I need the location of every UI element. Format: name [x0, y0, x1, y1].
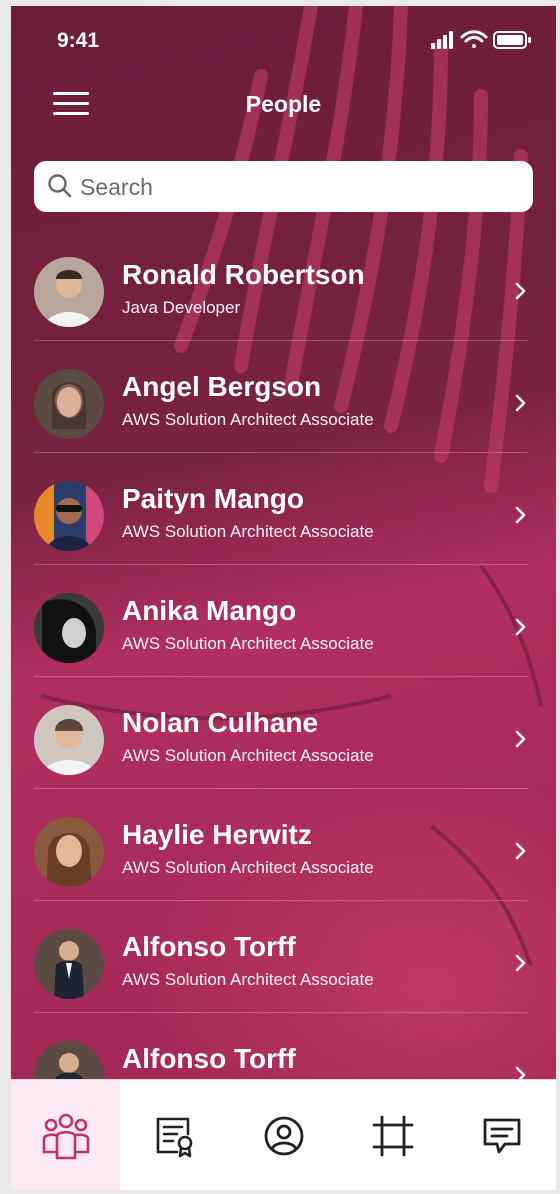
page-title: People [245, 91, 322, 117]
tab-certificates[interactable] [120, 1080, 229, 1190]
certificate-document-icon [156, 1117, 192, 1157]
people-group-icon [42, 1113, 89, 1159]
search-input[interactable] [78, 169, 522, 205]
chevron-right-icon [515, 730, 526, 748]
person-row[interactable]: Nolan Culhane AWS Solution Architect Ass… [34, 677, 528, 789]
cellular-signal-icon [431, 31, 453, 49]
person-role: AWS Solution Architect Associate [122, 634, 374, 653]
person-role: AWS Solution Architect Associate [122, 410, 374, 429]
system-icons [431, 30, 536, 50]
person-name: Angel Bergson [122, 371, 322, 402]
person-name: Alfonso Torff [122, 931, 296, 962]
avatar [34, 929, 104, 999]
battery-icon [493, 31, 531, 49]
search-icon [48, 174, 72, 198]
search-bar[interactable] [34, 161, 533, 212]
person-row[interactable]: Angel Bergson AWS Solution Architect Ass… [34, 341, 528, 453]
person-row[interactable]: Ronald Robertson Java Developer [34, 229, 528, 341]
bottom-tab-bar [11, 1079, 556, 1190]
person-row[interactable]: Anika Mango AWS Solution Architect Assoc… [34, 565, 528, 677]
person-role: AWS Solution Architect Associate [122, 522, 374, 541]
person-role: Java Developer [122, 298, 241, 317]
tab-frame[interactable] [338, 1080, 447, 1190]
person-name: Ronald Robertson [122, 259, 365, 290]
tab-messages[interactable] [447, 1080, 556, 1190]
phone-screen: 9:41 People Search Ronald Robertson Java… [11, 6, 556, 1190]
person-role: AWS Solution Architect Associate [122, 746, 374, 765]
chevron-right-icon [515, 842, 526, 860]
chevron-right-icon [515, 506, 526, 524]
tab-profile[interactable] [229, 1080, 338, 1190]
tab-people[interactable] [11, 1080, 120, 1190]
avatar [34, 817, 104, 887]
person-row[interactable]: Paityn Mango AWS Solution Architect Asso… [34, 453, 528, 565]
frame-crop-icon [372, 1115, 413, 1156]
person-row[interactable]: Haylie Herwitz AWS Solution Architect As… [34, 789, 528, 901]
person-role: AWS Solution Architect Associate [122, 858, 374, 877]
avatar [34, 257, 104, 327]
person-name: Haylie Herwitz [122, 819, 312, 850]
avatar [34, 705, 104, 775]
chevron-right-icon [515, 618, 526, 636]
person-name: Paityn Mango [122, 483, 305, 514]
chevron-right-icon [515, 282, 526, 300]
chevron-right-icon [515, 954, 526, 972]
avatar [34, 369, 104, 439]
status-bar: 9:41 [11, 6, 556, 76]
person-name: Nolan Culhane [122, 707, 319, 738]
profile-circle-icon [264, 1116, 303, 1155]
avatar [34, 593, 104, 663]
person-role: AWS Solution Architect Associate [122, 970, 374, 989]
wifi-icon [460, 30, 488, 48]
chevron-right-icon [515, 394, 526, 412]
avatar [34, 481, 104, 551]
status-time: 9:41 [57, 29, 100, 52]
app-header: People [11, 76, 556, 136]
person-name: Alfonso Torff [122, 1043, 296, 1074]
person-name: Anika Mango [122, 595, 297, 626]
chat-message-icon [483, 1118, 520, 1153]
person-row[interactable]: Alfonso Torff AWS Solution Architect Ass… [34, 901, 528, 1013]
